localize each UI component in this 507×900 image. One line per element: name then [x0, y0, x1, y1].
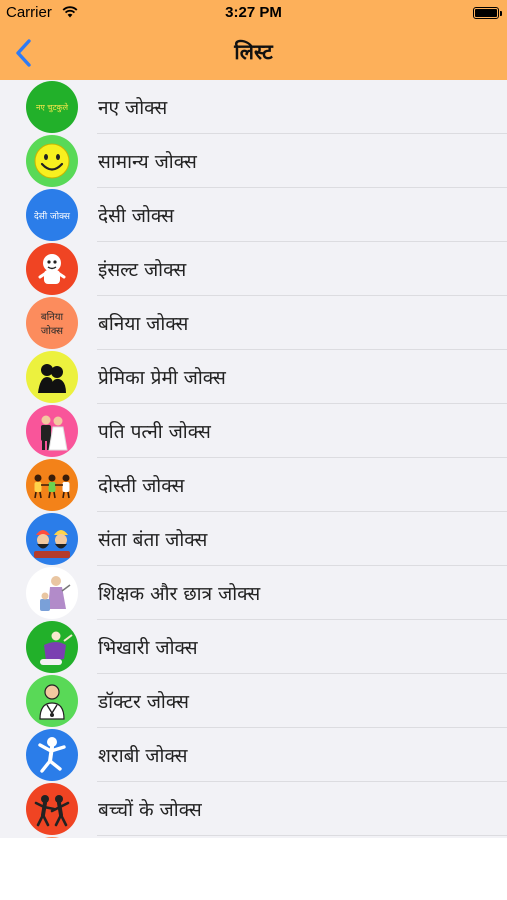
battery-icon	[473, 7, 502, 19]
list-item[interactable]: दोस्ती जोक्स	[0, 458, 507, 512]
insult-icon	[26, 243, 78, 295]
list-item-label: डॉक्टर जोक्स	[98, 691, 189, 713]
desi-jokes-icon: देसी जोक्स	[26, 189, 78, 241]
list-item-label: बनिया जोक्स	[98, 313, 189, 335]
bride-groom-icon	[26, 405, 78, 457]
list-item[interactable]: संता बंता जोक्स	[0, 512, 507, 566]
list-item[interactable]: डॉक्टर जोक्स	[0, 674, 507, 728]
kids-icon	[26, 783, 78, 835]
doctor-icon	[26, 675, 78, 727]
friends-icon	[26, 459, 78, 511]
list-item-label: शराबी जोक्स	[98, 745, 188, 767]
battery-cap	[500, 11, 502, 16]
list-item-label: सामान्य जोक्स	[98, 151, 197, 173]
list-item-label: देसी जोक्स	[98, 205, 174, 227]
list-item-label: नए जोक्स	[98, 97, 168, 119]
svg-text:नए चुटकुले: नए चुटकुले	[36, 102, 69, 113]
santa-banta-icon	[26, 513, 78, 565]
list-item[interactable]: सामान्य जोक्स	[0, 134, 507, 188]
list-item[interactable]: शराबी जोक्स	[0, 728, 507, 782]
list-item[interactable]: नए चुटकुले नए जोक्स	[0, 80, 507, 134]
drunkard-icon	[26, 729, 78, 781]
list-item-label: भिखारी जोक्स	[98, 637, 198, 659]
new-jokes-icon: नए चुटकुले	[26, 81, 78, 133]
navigation-bar: लिस्ट	[0, 26, 507, 80]
list-item[interactable]: प्रेमिका प्रेमी जोक्स	[0, 350, 507, 404]
beggar-icon	[26, 621, 78, 673]
status-time: 3:27 PM	[225, 4, 282, 21]
list-item-label: संता बंता जोक्स	[98, 529, 208, 551]
svg-text:बनिया: बनिया	[41, 311, 64, 323]
jokes-category-list[interactable]: नए चुटकुले नए जोक्स सामान्य जोक्स देसी जोक्…	[0, 80, 507, 838]
svg-text:जोक्स: जोक्स	[41, 325, 63, 337]
baniya-jokes-icon: बनिया जोक्स	[26, 297, 78, 349]
list-item-label: पति पत्नी जोक्स	[98, 421, 211, 443]
list-item[interactable]: बनिया जोक्स बनिया जोक्स	[0, 296, 507, 350]
teacher-student-icon	[26, 567, 78, 619]
list-item[interactable]: भिखारी जोक्स	[0, 620, 507, 674]
list-item-label: शिक्षक और छात्र जोक्स	[98, 583, 261, 605]
couple-silhouette-icon	[26, 351, 78, 403]
svg-text:देसी जोक्स: देसी जोक्स	[34, 210, 71, 222]
list-item[interactable]: शिक्षक और छात्र जोक्स	[0, 566, 507, 620]
list-item-label: दोस्ती जोक्स	[98, 475, 185, 497]
list-item[interactable]: देसी जोक्स देसी जोक्स	[0, 188, 507, 242]
list-item-label: बच्चों के जोक्स	[98, 799, 202, 821]
list-item[interactable]: बच्चों के जोक्स	[0, 782, 507, 836]
battery-fill	[475, 9, 497, 17]
list-item-label: इंसल्ट जोक्स	[98, 259, 187, 281]
page-title: लिस्ट	[234, 40, 273, 64]
status-bar: Carrier 3:27 PM	[0, 0, 507, 26]
smiley-icon	[26, 135, 78, 187]
list-item-label: प्रेमिका प्रेमी जोक्स	[98, 367, 226, 389]
list-item[interactable]: पति पत्नी जोक्स	[0, 404, 507, 458]
empty-area	[0, 838, 507, 900]
list-item[interactable]: इंसल्ट जोक्स	[0, 242, 507, 296]
